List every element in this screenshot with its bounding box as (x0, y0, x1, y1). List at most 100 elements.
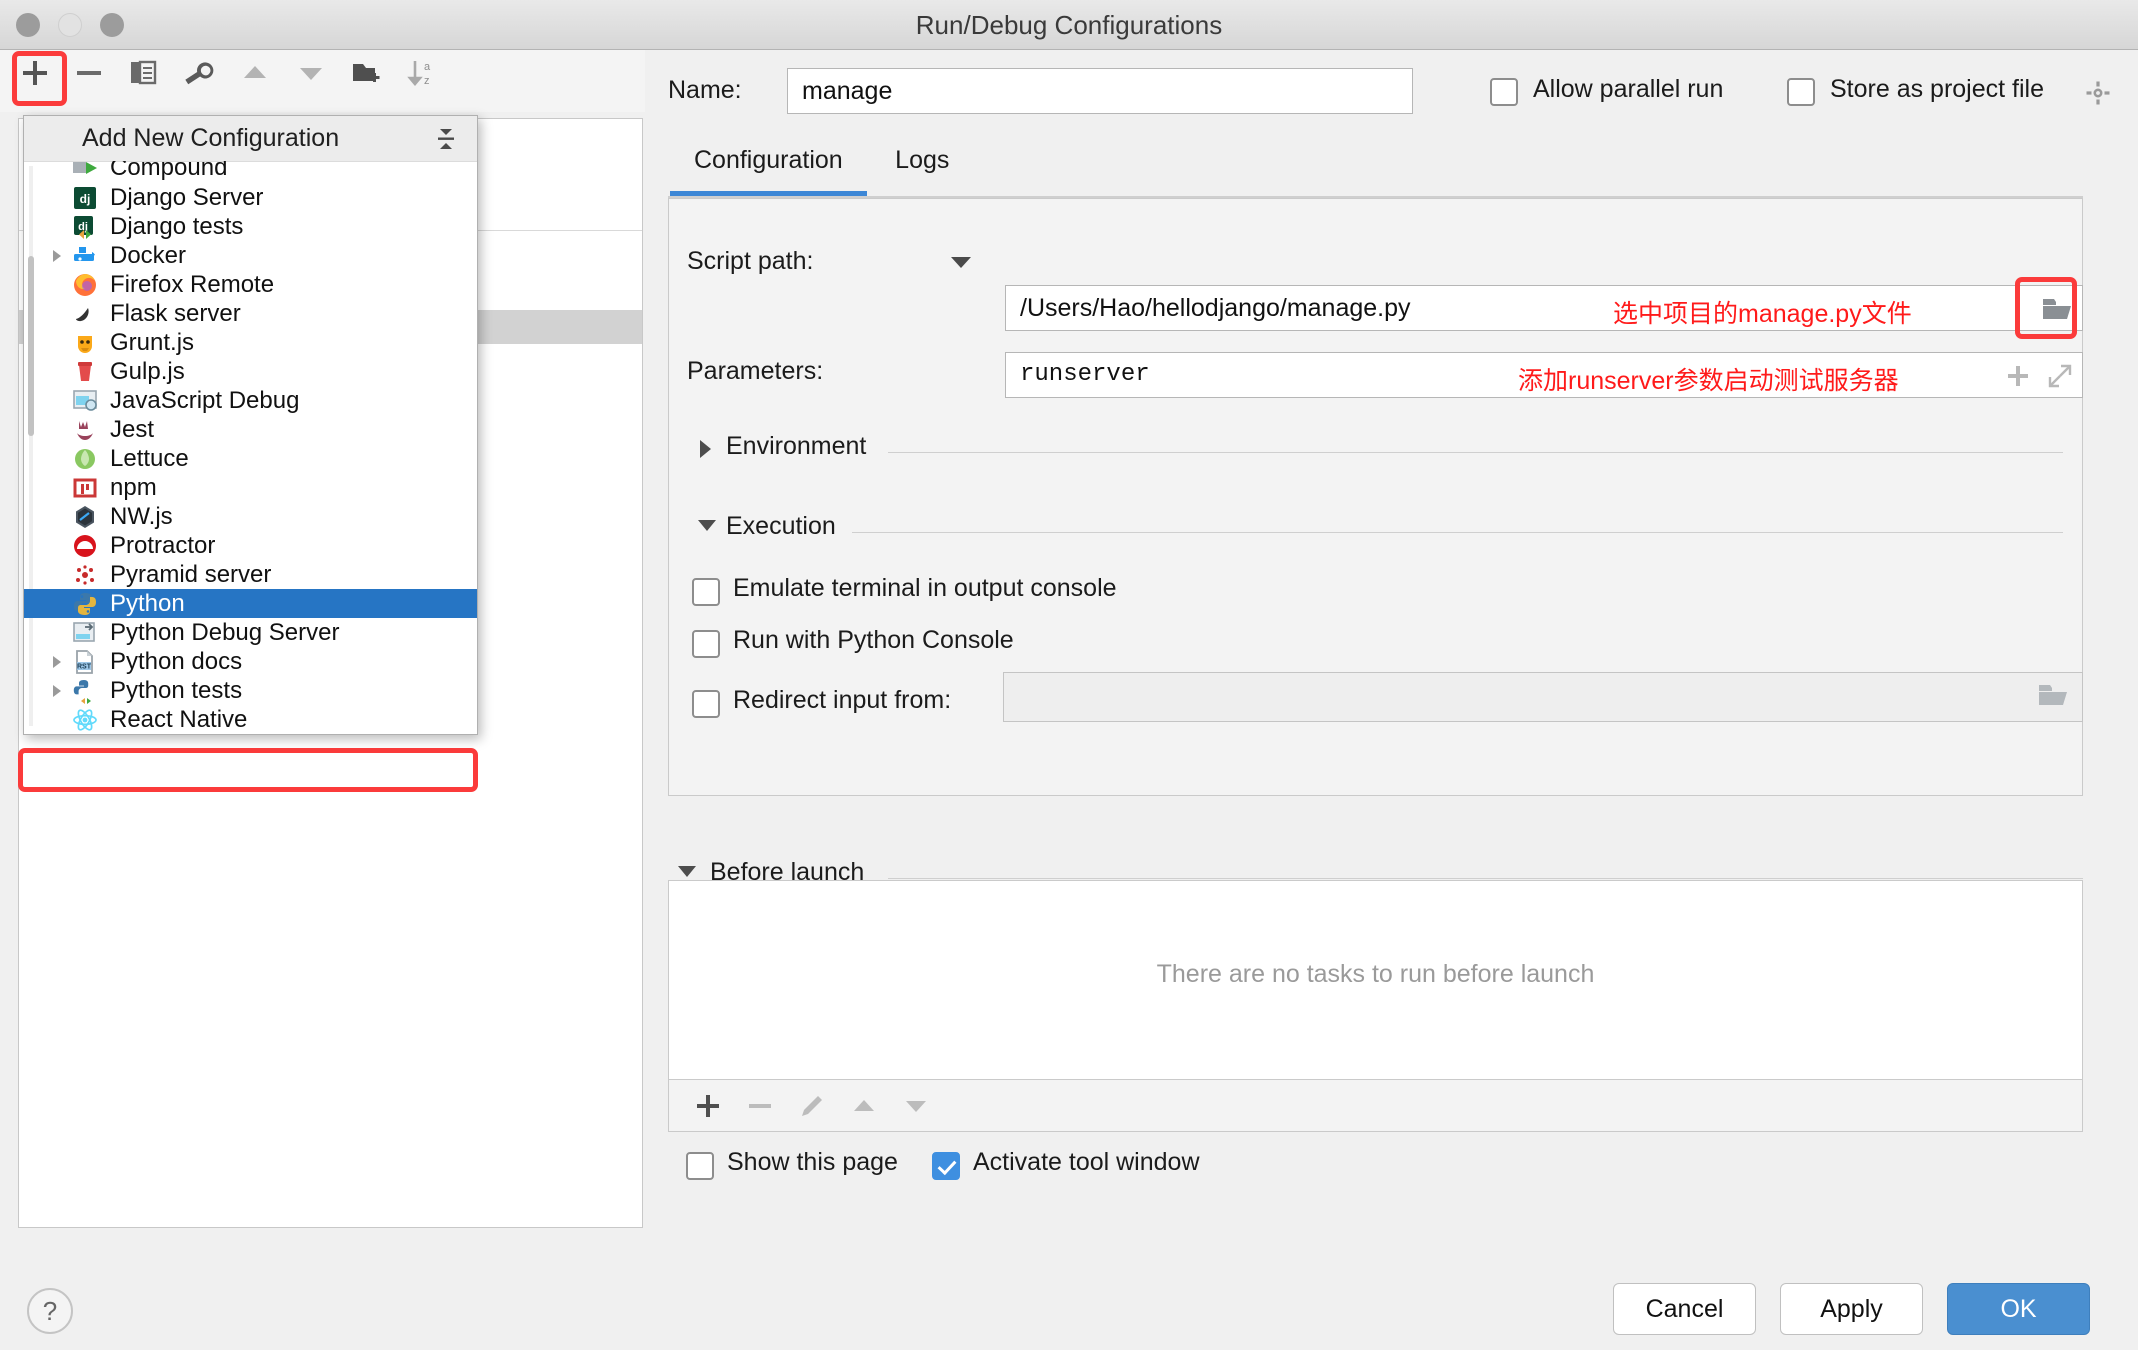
run-with-python-console-checkbox[interactable] (692, 630, 720, 658)
react-native-icon (70, 708, 100, 732)
allow-parallel-run-label: Allow parallel run (1533, 75, 1723, 104)
before-launch-line (888, 878, 2083, 879)
configuration-tabs[interactable]: Configuration Logs (670, 146, 973, 196)
new-folder-button[interactable] (344, 50, 390, 96)
config-type-item-python-debug-server[interactable]: Python Debug Server (24, 618, 477, 647)
grunt-icon (70, 331, 100, 355)
config-type-item-shell-script[interactable]: Shell Script (24, 734, 477, 735)
redirect-input-field[interactable] (1003, 672, 2083, 722)
script-path-label: Script path: (687, 247, 813, 276)
config-type-item-lettuce[interactable]: Lettuce (24, 444, 477, 473)
cancel-button[interactable]: Cancel (1613, 1283, 1756, 1335)
svg-text:RST: RST (77, 663, 92, 670)
move-up-button[interactable] (232, 50, 278, 96)
parameters-annotation: 添加runserver参数启动测试服务器 (1518, 361, 1899, 397)
allow-parallel-run-checkbox[interactable] (1490, 78, 1518, 106)
emulate-terminal-label: Emulate terminal in output console (733, 574, 1117, 603)
config-type-item-flask-server[interactable]: Flask server (24, 299, 477, 328)
config-type-item-protractor[interactable]: Protractor (24, 531, 477, 560)
name-label: Name: (668, 76, 742, 105)
popup-header: Add New Configuration (24, 116, 477, 162)
apply-button[interactable]: Apply (1780, 1283, 1923, 1335)
config-type-item-pyramid-server[interactable]: Pyramid server (24, 560, 477, 589)
config-type-item-django-server[interactable]: djDjango Server (24, 183, 477, 212)
run-with-python-console-label: Run with Python Console (733, 626, 1014, 655)
store-as-project-file-checkbox[interactable] (1787, 78, 1815, 106)
config-type-item-jest[interactable]: Jest (24, 415, 477, 444)
expand-triangle-icon[interactable] (44, 683, 70, 699)
add-new-configuration-popup[interactable]: Add New Configuration CompounddjDjango S… (23, 115, 478, 735)
config-type-label: Protractor (110, 531, 215, 560)
add-configuration-button[interactable] (12, 50, 58, 96)
window-titlebar: Run/Debug Configurations (0, 0, 2138, 50)
environment-section-line (888, 452, 2063, 453)
config-type-item-nw-js[interactable]: NW.js (24, 502, 477, 531)
config-type-label: NW.js (110, 502, 173, 531)
gulp-icon (70, 360, 100, 384)
config-type-item-python-docs[interactable]: RST Python docs (24, 647, 477, 676)
python-tests-icon (70, 679, 100, 703)
move-task-up-button[interactable] (846, 1088, 882, 1124)
docker-icon (70, 244, 100, 268)
store-as-project-file-label: Store as project file (1830, 75, 2044, 104)
config-type-label: Jest (110, 415, 154, 444)
django-icon: dj (70, 186, 100, 210)
expand-icon[interactable] (2047, 363, 2073, 394)
before-launch-expand-arrow[interactable] (678, 866, 696, 877)
config-type-label: Python docs (110, 647, 242, 676)
redirect-input-browse-icon[interactable] (2037, 682, 2069, 708)
tab-configuration[interactable]: Configuration (670, 146, 867, 196)
config-type-item-gulp-js[interactable]: Gulp.js (24, 357, 477, 386)
config-type-label: npm (110, 473, 157, 502)
emulate-terminal-checkbox[interactable] (692, 578, 720, 606)
edit-task-button[interactable] (794, 1088, 830, 1124)
activate-tool-window-checkbox[interactable] (932, 1152, 960, 1180)
config-type-item-python-tests[interactable]: Python tests (24, 676, 477, 705)
environment-expand-arrow[interactable] (700, 440, 711, 458)
config-type-item-docker[interactable]: Docker (24, 241, 477, 270)
move-down-button[interactable] (288, 50, 334, 96)
config-type-label: React Native (110, 705, 247, 734)
gear-icon[interactable] (2085, 80, 2111, 111)
expand-triangle-icon[interactable] (44, 248, 70, 264)
insert-macro-icon[interactable] (2005, 363, 2031, 394)
lettuce-icon (70, 447, 100, 471)
remove-configuration-button[interactable] (66, 50, 112, 96)
popup-title: Add New Configuration (82, 116, 339, 161)
protractor-icon (70, 534, 100, 558)
expand-triangle-icon[interactable] (44, 654, 70, 670)
config-type-item-react-native[interactable]: React Native (24, 705, 477, 734)
config-type-label: Django tests (110, 212, 243, 241)
collapse-all-icon[interactable] (433, 126, 459, 152)
edit-templates-button[interactable] (175, 50, 221, 96)
config-type-item-npm[interactable]: npm (24, 473, 477, 502)
config-type-item-javascript-debug[interactable]: JavaScript Debug (24, 386, 477, 415)
move-task-down-button[interactable] (898, 1088, 934, 1124)
show-this-page-checkbox[interactable] (686, 1152, 714, 1180)
config-type-label: Shell Script (110, 734, 231, 735)
remove-task-button[interactable] (742, 1088, 778, 1124)
config-type-item-firefox-remote[interactable]: Firefox Remote (24, 270, 477, 299)
execution-expand-arrow[interactable] (698, 520, 716, 531)
ok-button[interactable]: OK (1947, 1283, 2090, 1335)
config-type-item-grunt-js[interactable]: Grunt.js (24, 328, 477, 357)
python-debug-server-icon (70, 621, 100, 645)
config-type-item-python[interactable]: Python (24, 589, 477, 618)
tab-logs[interactable]: Logs (871, 146, 973, 191)
help-button[interactable]: ? (27, 1288, 73, 1334)
configuration-type-list[interactable]: CompounddjDjango ServerdjDjango testsDoc… (24, 161, 477, 734)
config-type-label: Pyramid server (110, 560, 271, 589)
copy-configuration-button[interactable] (120, 50, 166, 96)
environment-section-title: Environment (726, 432, 866, 461)
name-input[interactable]: manage (787, 68, 1413, 114)
script-path-input[interactable]: /Users/Hao/hellodjango/manage.py (1005, 285, 2083, 331)
script-path-browse-icon[interactable] (2041, 296, 2073, 322)
add-task-button[interactable] (690, 1088, 726, 1124)
before-launch-empty-text: There are no tasks to run before launch (668, 960, 2083, 989)
config-type-item-compound[interactable]: Compound (24, 161, 477, 183)
chevron-down-icon[interactable] (951, 257, 971, 268)
redirect-input-checkbox[interactable] (692, 690, 720, 718)
config-type-item-django-tests[interactable]: djDjango tests (24, 212, 477, 241)
sort-configurations-button[interactable]: a z (400, 50, 446, 96)
config-type-label: Firefox Remote (110, 270, 274, 299)
